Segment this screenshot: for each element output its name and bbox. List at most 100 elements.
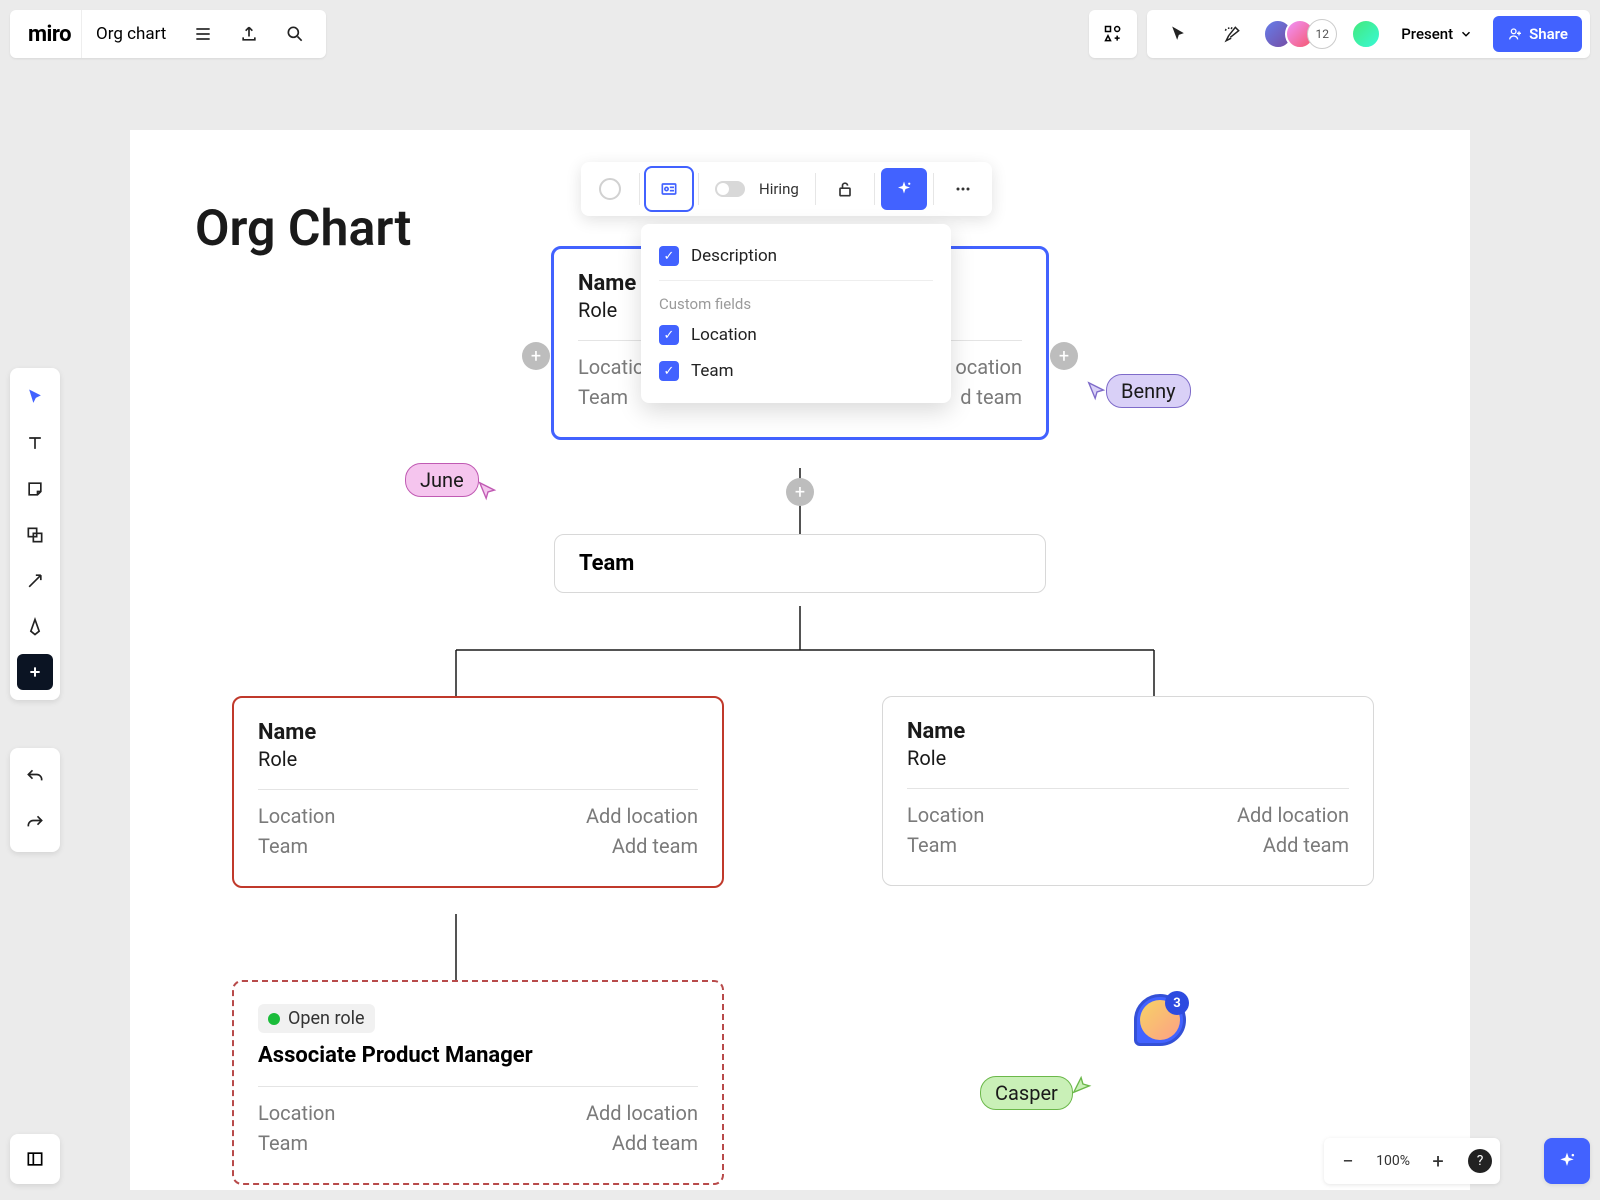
help-button[interactable]: ? [1468,1149,1492,1173]
team-node-label[interactable]: Team [579,551,1021,576]
open-role-badge: Open role [258,1004,375,1033]
present-label: Present [1401,25,1453,43]
color-picker[interactable] [587,168,633,210]
divider [258,789,698,790]
app-logo[interactable]: miro [18,10,82,58]
zoom-out-button[interactable]: − [1332,1145,1364,1177]
pen-tool[interactable] [15,604,55,650]
org-node-team[interactable]: Team [554,534,1046,593]
divider [258,1086,698,1087]
text-tool[interactable] [15,420,55,466]
team-label: Team [907,833,957,857]
cursor-arrow-icon [477,480,499,502]
more-options[interactable] [940,168,986,210]
fields-toggle[interactable] [646,168,692,210]
menu-icon[interactable] [180,11,226,57]
lock-button[interactable] [822,168,868,210]
add-right-handle[interactable]: + [1050,342,1078,370]
team-value[interactable]: Add team [1263,833,1349,857]
shape-tool[interactable] [15,512,55,558]
status-dot-icon [268,1013,280,1025]
dropdown-item-team[interactable]: ✓ Team [659,353,933,389]
current-user-avatar[interactable] [1351,19,1381,49]
dropdown-item-description[interactable]: ✓ Description [659,238,933,274]
team-value[interactable]: Add team [612,1131,698,1155]
color-swatch-icon [599,178,621,200]
team-value[interactable]: Add team [612,834,698,858]
person-add-icon [1507,26,1523,42]
left-toolbar [10,368,60,700]
divider [907,788,1349,789]
toggle-icon [715,181,745,197]
team-label: Team [578,385,628,409]
add-left-handle[interactable]: + [522,342,550,370]
team-value[interactable]: d team [960,385,1022,409]
undo-redo-toolbar [10,748,60,852]
hiring-label: Hiring [759,180,799,198]
node-role[interactable]: Role [258,747,698,771]
search-icon[interactable] [272,11,318,57]
board-name[interactable]: Org chart [82,24,180,44]
location-value[interactable]: Add location [1237,803,1349,827]
location-value[interactable]: Add location [586,804,698,828]
comment-bubble[interactable]: 3 [1134,994,1186,1046]
add-below-handle[interactable]: + [786,478,814,506]
collaborator-cursor-casper: Casper [980,1076,1093,1110]
cursor-arrow-icon [1086,380,1108,402]
checkbox-checked-icon: ✓ [659,361,679,381]
sticky-note-tool[interactable] [15,466,55,512]
location-label: Locatio [578,355,644,379]
cursor-arrow-icon [1071,1073,1093,1095]
avatar-overflow-count: 12 [1307,19,1337,49]
collaborator-cursor-june: June [405,458,499,502]
present-button[interactable]: Present [1389,16,1485,52]
fields-dropdown: ✓ Description Custom fields ✓ Location ✓… [641,224,951,403]
cursor-tag: Benny [1106,374,1191,408]
node-role[interactable]: Role [907,746,1349,770]
collaborator-cursor-benny: Benny [1086,374,1191,408]
share-label: Share [1529,25,1568,43]
cursor-mode-icon[interactable] [1155,11,1201,57]
location-label: Location [258,804,335,828]
location-value[interactable]: ocation [955,355,1022,379]
canvas[interactable]: Org Chart Name Role Locatio ocation Team d… [130,130,1470,1190]
comment-count-badge: 3 [1165,991,1189,1015]
page-title[interactable]: Org Chart [195,200,411,258]
ai-assist-button[interactable] [881,168,927,210]
location-label: Location [907,803,984,827]
org-node-right[interactable]: Name Role Location Add location Team Add t… [882,696,1374,886]
redo-button[interactable] [15,800,55,846]
node-name[interactable]: Name [907,719,1349,744]
team-label: Team [258,834,308,858]
ai-fab[interactable] [1544,1138,1590,1184]
location-label: Location [258,1101,335,1125]
collaborator-avatars[interactable]: 12 [1263,19,1337,49]
more-tools[interactable] [17,654,53,690]
open-role-title[interactable]: Associate Product Manager [258,1043,698,1068]
zoom-in-button[interactable]: + [1422,1145,1454,1177]
cursor-tag: Casper [980,1076,1073,1110]
export-icon[interactable] [226,11,272,57]
dropdown-section-header: Custom fields [659,287,933,317]
hiring-toggle[interactable]: Hiring [705,168,809,210]
select-tool[interactable] [15,374,55,420]
org-node-open-role[interactable]: Open role Associate Product Manager Loca… [232,980,724,1185]
dropdown-item-location[interactable]: ✓ Location [659,317,933,353]
share-button[interactable]: Share [1493,16,1582,52]
node-toolbar: Hiring [581,162,992,216]
panel-toggle[interactable] [10,1134,60,1184]
reactions-icon[interactable] [1209,11,1255,57]
org-node-left[interactable]: Name Role Location Add location Team Add t… [232,696,724,888]
chevron-down-icon [1459,27,1473,41]
location-value[interactable]: Add location [586,1101,698,1125]
undo-button[interactable] [15,754,55,800]
cursor-tag: June [405,463,479,497]
team-label: Team [258,1131,308,1155]
apps-icon[interactable] [1089,10,1137,58]
zoom-value[interactable]: 100% [1372,1153,1414,1169]
open-role-text: Open role [288,1008,365,1029]
checkbox-checked-icon: ✓ [659,246,679,266]
connector-tool[interactable] [15,558,55,604]
node-name[interactable]: Name [258,720,698,745]
checkbox-checked-icon: ✓ [659,325,679,345]
